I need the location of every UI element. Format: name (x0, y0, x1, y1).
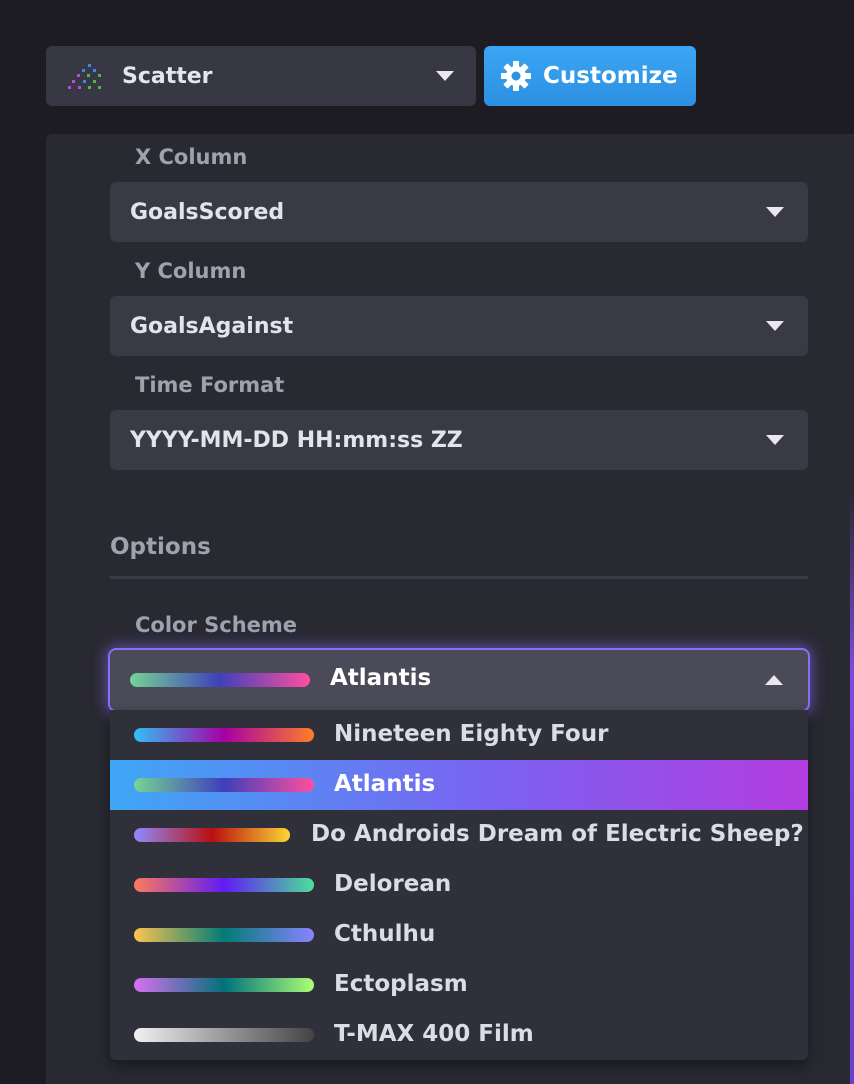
color-scheme-label: Color Scheme (135, 613, 298, 637)
chevron-down-icon (766, 321, 784, 331)
options-heading: Options (110, 534, 211, 560)
y-column-value: GoalsAgainst (130, 313, 294, 339)
y-column-label: Y Column (135, 259, 247, 283)
customize-button[interactable]: Customize (484, 46, 696, 106)
color-scheme-menu: Nineteen Eighty Four Atlantis Do Android… (110, 710, 808, 1060)
color-swatch (134, 728, 314, 742)
menu-item-cthulhu[interactable]: Cthulhu (110, 910, 808, 960)
menu-item-atlantis[interactable]: Atlantis (110, 760, 808, 810)
color-scheme-selected-label: Atlantis (330, 665, 432, 691)
menu-item-nineteen-eighty-four[interactable]: Nineteen Eighty Four (110, 710, 808, 760)
color-swatch (134, 778, 314, 792)
time-format-select[interactable]: YYYY-MM-DD HH:mm:ss ZZ (110, 410, 808, 470)
menu-item-label: Do Androids Dream of Electric Sheep? (311, 821, 804, 847)
chevron-down-icon (766, 207, 784, 217)
chevron-down-icon (766, 435, 784, 445)
gear-icon (501, 61, 531, 91)
scatter-plot-icon (68, 64, 101, 89)
menu-item-do-androids-dream[interactable]: Do Androids Dream of Electric Sheep? (110, 810, 808, 860)
divider (110, 576, 808, 579)
menu-item-t-max-400-film[interactable]: T-MAX 400 Film (110, 1010, 808, 1060)
menu-item-delorean[interactable]: Delorean (110, 860, 808, 910)
color-swatch (134, 978, 314, 992)
chart-type-select[interactable]: Scatter (46, 46, 476, 106)
color-swatch (130, 673, 310, 687)
menu-item-label: Cthulhu (334, 921, 436, 947)
color-swatch (134, 828, 290, 842)
menu-item-label: Delorean (334, 871, 452, 897)
menu-item-label: Nineteen Eighty Four (334, 721, 609, 747)
customize-label: Customize (543, 63, 678, 89)
menu-item-label: Atlantis (334, 771, 436, 797)
x-column-select[interactable]: GoalsScored (110, 182, 808, 242)
color-scheme-select[interactable]: Atlantis (110, 650, 808, 710)
chart-type-label: Scatter (122, 63, 213, 89)
menu-item-label: T-MAX 400 Film (334, 1021, 534, 1047)
panel-edge-accent (850, 492, 854, 1084)
color-swatch (134, 878, 314, 892)
x-column-value: GoalsScored (130, 199, 285, 225)
y-column-select[interactable]: GoalsAgainst (110, 296, 808, 356)
menu-item-label: Ectoplasm (334, 971, 468, 997)
time-format-value: YYYY-MM-DD HH:mm:ss ZZ (130, 427, 463, 453)
menu-item-ectoplasm[interactable]: Ectoplasm (110, 960, 808, 1010)
color-swatch (134, 928, 314, 942)
chevron-down-icon (436, 71, 454, 81)
chevron-up-icon (765, 675, 783, 685)
color-swatch (134, 1028, 314, 1042)
time-format-label: Time Format (135, 373, 285, 397)
x-column-label: X Column (135, 145, 248, 169)
